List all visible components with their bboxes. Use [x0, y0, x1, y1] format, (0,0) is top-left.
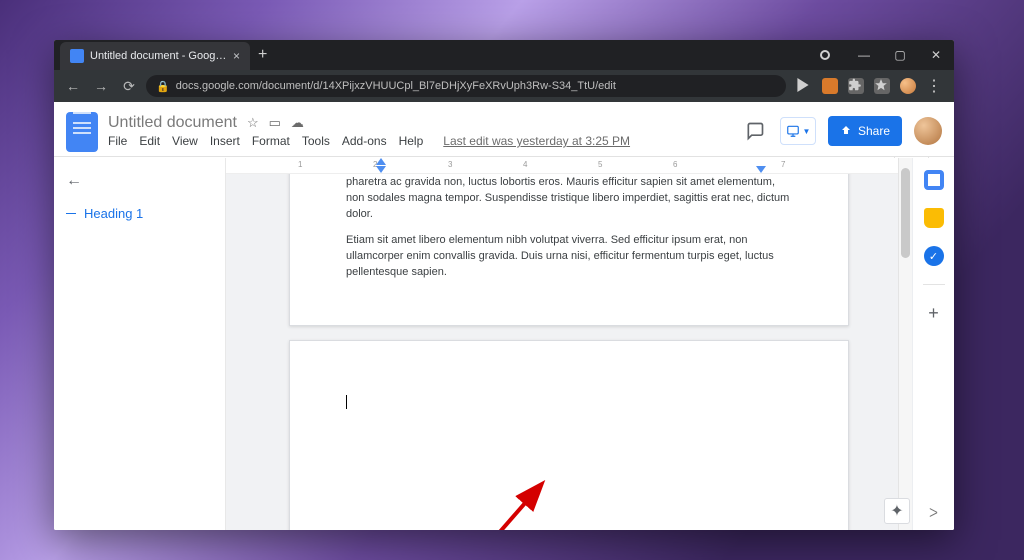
- star-icon[interactable]: ☆: [247, 115, 259, 131]
- cloud-status-icon[interactable]: ☁: [291, 115, 304, 131]
- document-title[interactable]: Untitled document: [108, 114, 237, 132]
- url-text: docs.google.com/document/d/14XPijxzVHUUC…: [176, 80, 616, 92]
- extension-play-icon[interactable]: [796, 78, 812, 94]
- left-indent-icon[interactable]: [376, 166, 386, 173]
- menu-edit[interactable]: Edit: [139, 134, 160, 148]
- ruler-mark: 6: [673, 160, 677, 169]
- address-bar[interactable]: 🔒 docs.google.com/document/d/14XPijxzVHU…: [146, 75, 786, 97]
- ruler-mark: 3: [448, 160, 452, 169]
- document-page-1[interactable]: pharetra ac gravida non, luctus lobortis…: [289, 166, 849, 326]
- hide-side-panel-button[interactable]: ᐳ: [929, 506, 938, 520]
- ruler-mark: 7: [781, 160, 785, 169]
- docs-logo-icon[interactable]: [66, 112, 98, 152]
- document-outline: ← Heading 1: [54, 158, 226, 530]
- menu-help[interactable]: Help: [399, 134, 424, 148]
- chrome-tabstrip: Untitled document - Google Docs × + — ▢ …: [54, 40, 954, 70]
- header-actions: ▼ Share: [742, 116, 942, 146]
- move-icon[interactable]: ▭: [269, 115, 281, 131]
- menu-bar: File Edit View Insert Format Tools Add-o…: [108, 134, 630, 148]
- present-button[interactable]: ▼: [780, 117, 816, 145]
- new-tab-button[interactable]: +: [258, 46, 267, 64]
- side-panel: + ᐳ: [912, 158, 954, 530]
- right-indent-icon[interactable]: [756, 166, 766, 173]
- record-indicator-icon: [820, 50, 830, 60]
- nav-back-button[interactable]: ←: [62, 78, 84, 94]
- window-maximize-button[interactable]: ▢: [882, 40, 918, 70]
- chrome-menu-button[interactable]: ⋮: [926, 76, 942, 96]
- nav-forward-button[interactable]: →: [90, 78, 112, 94]
- tab-close-icon[interactable]: ×: [233, 49, 240, 63]
- scrollbar-thumb[interactable]: [901, 168, 910, 258]
- close-outline-button[interactable]: ←: [66, 172, 213, 190]
- get-addons-button[interactable]: +: [924, 303, 944, 323]
- outline-item-heading-1[interactable]: Heading 1: [66, 206, 213, 221]
- vertical-scrollbar[interactable]: [898, 158, 912, 530]
- ruler-mark: 4: [523, 160, 527, 169]
- browser-window: Untitled document - Google Docs × + — ▢ …: [54, 40, 954, 530]
- menu-tools[interactable]: Tools: [302, 134, 330, 148]
- outline-bullet-icon: [66, 213, 76, 215]
- nav-reload-button[interactable]: ⟳: [118, 78, 140, 95]
- chrome-toolbar: ← → ⟳ 🔒 docs.google.com/document/d/14XPi…: [54, 70, 954, 102]
- account-avatar[interactable]: [914, 117, 942, 145]
- tab-title: Untitled document - Google Docs: [90, 50, 227, 62]
- share-button[interactable]: Share: [828, 116, 902, 146]
- profile-avatar-icon[interactable]: [900, 78, 916, 94]
- document-title-row: Untitled document ☆ ▭ ☁: [108, 114, 630, 132]
- calendar-addon-icon[interactable]: [924, 170, 944, 190]
- first-line-indent-icon[interactable]: [376, 158, 386, 165]
- bookmark-star-icon[interactable]: [874, 78, 890, 94]
- body-paragraph: Etiam sit amet libero elementum nibh vol…: [346, 233, 792, 281]
- document-canvas[interactable]: 1 2 3 4 5 6 7 pharetra ac gravida non, l…: [226, 158, 912, 530]
- share-label: Share: [858, 124, 890, 138]
- outline-item-label: Heading 1: [84, 206, 143, 221]
- menu-insert[interactable]: Insert: [210, 134, 240, 148]
- title-area: Untitled document ☆ ▭ ☁ File Edit View I…: [108, 114, 630, 148]
- menu-file[interactable]: File: [108, 134, 127, 148]
- explore-button[interactable]: ✦: [884, 498, 910, 524]
- menu-view[interactable]: View: [172, 134, 198, 148]
- docs-favicon: [70, 49, 84, 63]
- last-edit-text[interactable]: Last edit was yesterday at 3:25 PM: [443, 134, 630, 148]
- ruler-mark: 1: [298, 160, 302, 169]
- docs-header: Untitled document ☆ ▭ ☁ File Edit View I…: [54, 102, 954, 156]
- browser-tab[interactable]: Untitled document - Google Docs ×: [60, 42, 250, 70]
- comments-button[interactable]: [742, 118, 768, 144]
- ruler-mark: 5: [598, 160, 602, 169]
- side-panel-divider: [923, 284, 945, 285]
- workspace: ← Heading 1 1 2 3 4 5 6 7 pharetra ac gr…: [54, 158, 954, 530]
- window-minimize-button[interactable]: —: [846, 40, 882, 70]
- body-paragraph: pharetra ac gravida non, luctus lobortis…: [346, 175, 792, 223]
- extension-toggle-icon[interactable]: [822, 78, 838, 94]
- extension-icons: ⋮: [792, 76, 946, 96]
- window-controls: — ▢ ✕: [820, 40, 954, 70]
- text-cursor: [346, 395, 347, 409]
- secure-lock-icon: 🔒: [156, 80, 170, 93]
- window-close-button[interactable]: ✕: [918, 40, 954, 70]
- extensions-button[interactable]: [848, 78, 864, 94]
- menu-addons[interactable]: Add-ons: [342, 134, 387, 148]
- keep-addon-icon[interactable]: [924, 208, 944, 228]
- menu-format[interactable]: Format: [252, 134, 290, 148]
- tasks-addon-icon[interactable]: [924, 246, 944, 266]
- horizontal-ruler[interactable]: 1 2 3 4 5 6 7: [226, 158, 912, 174]
- document-page-2[interactable]: [289, 340, 849, 530]
